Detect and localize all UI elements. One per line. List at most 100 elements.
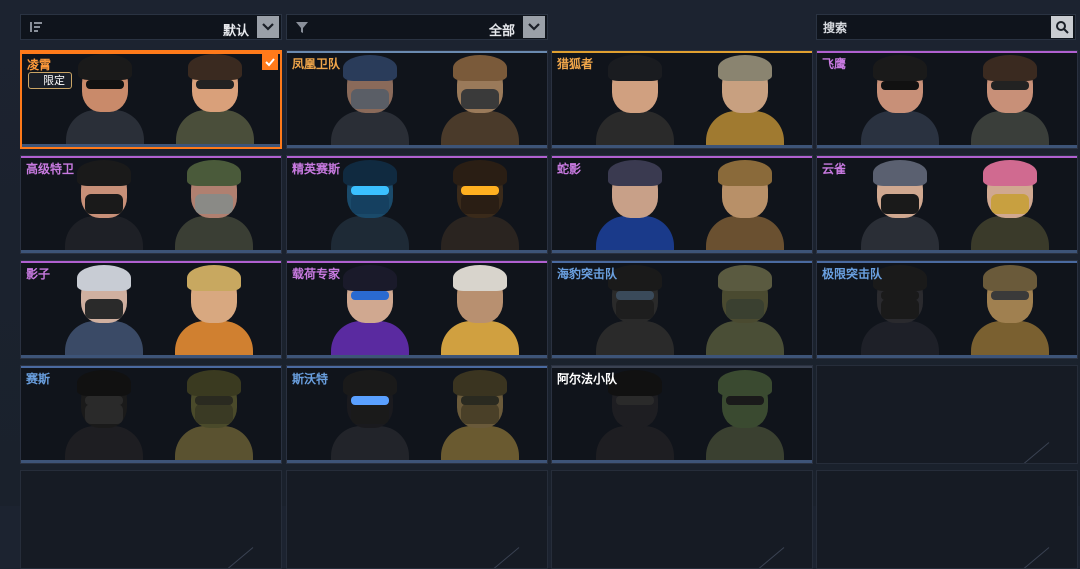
portrait-body — [971, 111, 1049, 147]
portrait-body — [175, 426, 253, 462]
character-card[interactable]: 精英赛斯 — [286, 155, 548, 254]
character-card[interactable]: 云雀 — [816, 155, 1078, 254]
filter-dropdown[interactable]: 全部 — [286, 14, 548, 40]
card-bottom-accent — [817, 145, 1077, 148]
portrait-mask — [881, 299, 919, 319]
portrait-hair — [873, 160, 927, 186]
character-name: 凤凰卫队 — [292, 57, 341, 71]
character-card[interactable]: 飞鹰 — [816, 50, 1078, 149]
character-name: 斯沃特 — [292, 372, 329, 386]
portrait-body — [596, 426, 674, 462]
portrait-eyewear — [616, 291, 654, 300]
portrait-body — [861, 111, 939, 147]
character-card[interactable]: 赛斯 — [20, 365, 282, 464]
character-card[interactable]: 凤凰卫队 — [286, 50, 548, 149]
portrait-hair — [187, 370, 241, 396]
portrait-body — [331, 111, 409, 147]
portrait-body — [175, 216, 253, 252]
portrait-hair — [718, 265, 772, 291]
card-bottom-accent — [287, 250, 547, 253]
character-name: 精英赛斯 — [292, 162, 341, 176]
card-bottom-accent — [552, 355, 812, 358]
portrait-mask — [726, 404, 764, 424]
card-bottom-accent — [287, 145, 547, 148]
card-bottom-accent — [21, 355, 281, 358]
portrait-eyewear — [461, 396, 499, 405]
character-card[interactable]: 阿尔法小队 — [551, 365, 813, 464]
portrait-hair — [608, 55, 662, 81]
card-bottom-accent — [22, 144, 280, 147]
character-card[interactable]: 极限突击队 — [816, 260, 1078, 359]
character-name: 高级特卫 — [26, 162, 75, 176]
character-card[interactable]: 高级特卫 — [20, 155, 282, 254]
portrait-hair — [343, 370, 397, 396]
portrait-body — [66, 110, 144, 146]
card-bottom-accent — [287, 355, 547, 358]
chevron-down-icon[interactable] — [523, 16, 545, 38]
empty-slot — [816, 365, 1078, 464]
character-name: 载荷专家 — [292, 267, 341, 281]
portrait-eyewear — [726, 396, 764, 405]
portrait-mask — [351, 404, 389, 424]
search-icon[interactable] — [1051, 16, 1073, 38]
portrait-body — [706, 216, 784, 252]
character-card[interactable]: 斯沃特 — [286, 365, 548, 464]
portrait-eyewear — [991, 291, 1029, 300]
portrait-mask — [461, 299, 499, 319]
character-card[interactable]: 蛇影 — [551, 155, 813, 254]
character-name: 阿尔法小队 — [557, 372, 618, 386]
character-portrait — [169, 368, 259, 462]
portrait-eyewear — [881, 81, 919, 90]
character-name: 飞鹰 — [822, 57, 847, 71]
portrait-mask — [195, 404, 233, 424]
filter-icon — [296, 22, 308, 33]
character-portrait — [435, 263, 525, 357]
portrait-hair — [983, 55, 1037, 81]
filter-label: 全部 — [488, 24, 515, 39]
portrait-hair — [453, 265, 507, 291]
portrait-mask — [991, 299, 1029, 319]
character-portrait — [170, 52, 260, 146]
portrait-body — [706, 111, 784, 147]
character-card[interactable]: 海豹突击队 — [551, 260, 813, 359]
portrait-eyewear — [351, 291, 389, 300]
portrait-hair — [608, 160, 662, 186]
character-portrait — [965, 263, 1055, 357]
sort-dropdown[interactable]: 默认 — [20, 14, 282, 40]
portrait-body — [441, 111, 519, 147]
character-portrait — [325, 368, 415, 462]
portrait-body — [861, 321, 939, 357]
portrait-body — [65, 321, 143, 357]
portrait-hair — [453, 370, 507, 396]
character-portrait — [965, 53, 1055, 147]
portrait-eyewear — [991, 81, 1029, 90]
chevron-down-icon[interactable] — [257, 16, 279, 38]
portrait-hair — [187, 265, 241, 291]
character-portrait — [435, 368, 525, 462]
character-portrait — [590, 158, 680, 252]
character-portrait — [700, 53, 790, 147]
character-card[interactable]: 影子 — [20, 260, 282, 359]
card-bottom-accent — [552, 250, 812, 253]
character-portrait — [700, 263, 790, 357]
sort-icon — [30, 22, 42, 32]
portrait-mask — [616, 404, 654, 424]
portrait-body — [441, 216, 519, 252]
portrait-body — [441, 426, 519, 462]
character-card[interactable]: 猎狐者 — [551, 50, 813, 149]
portrait-body — [441, 321, 519, 357]
portrait-mask — [351, 89, 389, 109]
portrait-mask — [991, 194, 1029, 214]
portrait-hair — [983, 160, 1037, 186]
character-name: 云雀 — [822, 162, 847, 176]
card-bottom-accent — [21, 460, 281, 463]
character-portrait — [59, 263, 149, 357]
character-portrait — [855, 158, 945, 252]
portrait-hair — [77, 370, 131, 396]
portrait-hair — [718, 370, 772, 396]
search-input[interactable] — [817, 15, 1055, 41]
character-card[interactable]: 凌霄 限定 — [20, 50, 282, 149]
portrait-body — [176, 110, 254, 146]
character-card[interactable]: 载荷专家 — [286, 260, 548, 359]
portrait-mask — [461, 89, 499, 109]
